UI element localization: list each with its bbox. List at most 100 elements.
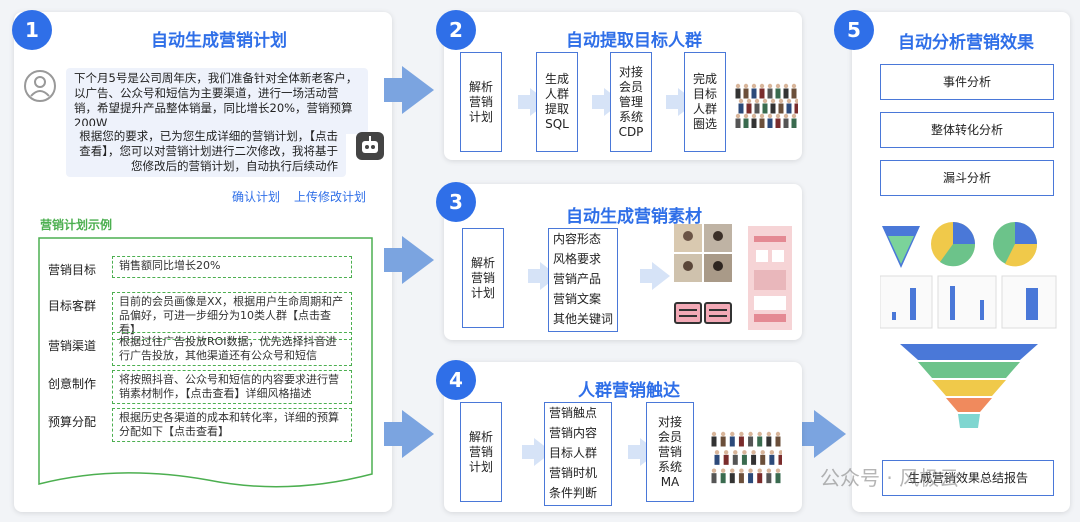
list-item: 条件判断: [549, 486, 598, 500]
person-body: [746, 103, 752, 114]
person-body: [754, 103, 760, 114]
plan-row-text: 根据历史各渠道的成本和转化率，详细的预算分配如下【点击查看】: [112, 408, 352, 442]
person-head: [778, 98, 784, 104]
person-body: [769, 454, 775, 465]
user-avatar-icon: [24, 70, 56, 102]
confirm-plan-link[interactable]: 确认计划: [232, 188, 280, 205]
list-item: 目标人群: [549, 446, 598, 460]
step-badge: 2: [436, 10, 476, 50]
person-head: [759, 83, 765, 89]
person-head: [783, 83, 789, 89]
person-body: [767, 88, 773, 99]
person-body: [757, 436, 763, 447]
person-head: [751, 113, 757, 119]
person-body: [759, 88, 765, 99]
plan-row-label: 预算分配: [48, 415, 97, 429]
photo-thumbnails-image: [674, 224, 732, 282]
person-head: [757, 431, 762, 437]
event-analysis-box: 事件分析: [880, 64, 1054, 100]
flow-arrow: [384, 410, 434, 458]
person-head: [775, 468, 781, 473]
person-body: [762, 103, 768, 114]
flow-arrow: [384, 66, 434, 114]
step-parse-plan: 解析 营销 计划: [462, 228, 504, 328]
flow-arrow: [384, 236, 434, 284]
panel-effect-analysis: 5 自动分析营销效果 事件分析 整体转化分析 漏斗分析 生成营销效果总结报告: [834, 10, 1070, 512]
person-head: [733, 450, 738, 455]
person-head: [739, 431, 744, 437]
user-message: 下个月5号是公司周年庆，我们准备针对全体新老客户，以广告、公众号和短信为主要渠道…: [66, 68, 368, 134]
person-body: [786, 103, 792, 114]
person-head: [746, 98, 752, 104]
plan-row-label: 营销目标: [48, 263, 97, 277]
person-body: [723, 454, 729, 465]
person-body: [735, 118, 741, 128]
list-item: 营销时机: [549, 466, 598, 480]
panel-title: 自动提取目标人群: [566, 31, 702, 51]
person-body: [748, 473, 754, 484]
person-body: [766, 473, 772, 484]
person-head: [791, 83, 797, 89]
watermark: 公众号 · 风极云: [820, 466, 960, 490]
material-requirements-list: 内容形态 风格要求 营销产品 营销文案 其他关键词: [548, 228, 618, 332]
person-body: [770, 103, 776, 114]
person-body: [759, 118, 765, 128]
step-parse-plan: 解析 营销 计划: [460, 52, 502, 152]
person-head: [786, 98, 792, 104]
person-head: [759, 113, 765, 119]
list-item: 风格要求: [553, 252, 602, 266]
conversion-analysis-box: 整体转化分析: [880, 112, 1054, 148]
person-body: [743, 118, 749, 128]
dashboard-charts-image: [880, 222, 1057, 428]
step-badge: 4: [436, 360, 476, 400]
person-head: [769, 450, 775, 455]
person-body: [767, 118, 773, 128]
step-badge: 1: [12, 10, 52, 50]
person-head: [783, 113, 789, 119]
person-head: [711, 468, 717, 473]
person-body: [775, 88, 781, 99]
person-body: [720, 436, 726, 447]
person-head: [748, 468, 753, 473]
person-body: [751, 88, 757, 99]
person-body: [775, 436, 781, 447]
chat-bubbles-icon: [674, 302, 732, 324]
crowd-image: [711, 431, 782, 484]
person-body: [748, 436, 754, 447]
person-body: [757, 473, 763, 484]
plan-row-label: 目标客群: [48, 299, 97, 313]
person-body: [760, 454, 766, 465]
panel-marketing-materials: 3 自动生成营销素材 解析 营销 计划 内容形态 风格要求 营销产品 营销文案 …: [436, 182, 802, 340]
person-body: [711, 473, 717, 484]
person-body: [775, 473, 781, 484]
panel-crowd-outreach: 4 人群营销触达 解析 营销 计划 营销触点 营销内容 目标人群 营销时机 条件…: [436, 360, 802, 512]
bot-message: 根据您的要求，已为您生成详细的营销计划，【点击查看】，您可以对营销计划进行二次修…: [66, 126, 346, 177]
person-head: [778, 450, 782, 455]
person-head: [751, 83, 757, 89]
person-body: [783, 118, 789, 128]
person-body: [794, 103, 798, 114]
person-body: [791, 118, 797, 128]
person-head: [766, 468, 772, 473]
step-parse-plan: 解析 营销 计划: [460, 402, 502, 502]
step-complete-selection: 完成 目标 人群 圈选: [684, 52, 726, 152]
person-body: [714, 454, 720, 465]
robot-icon: [356, 132, 384, 160]
list-item: 内容形态: [553, 232, 602, 246]
person-body: [751, 118, 757, 128]
person-body: [711, 436, 717, 447]
person-body: [729, 436, 735, 447]
upload-plan-link[interactable]: 上传修改计划: [294, 188, 366, 205]
person-head: [767, 83, 773, 89]
list-item: 营销文案: [553, 292, 602, 306]
panel-title: 自动分析营销效果: [898, 33, 1034, 53]
step-badge: 5: [834, 10, 874, 50]
person-head: [739, 468, 744, 473]
person-body: [720, 473, 726, 484]
crowd-image: [735, 83, 798, 128]
panel-title: 人群营销触达: [578, 381, 680, 401]
person-head: [730, 431, 735, 437]
person-head: [720, 468, 726, 473]
panel-marketing-plan: 1 自动生成营销计划 下个月5号是公司周年庆，我们准备针对全体新老客户，以广告、…: [12, 10, 392, 512]
person-body: [729, 473, 735, 484]
